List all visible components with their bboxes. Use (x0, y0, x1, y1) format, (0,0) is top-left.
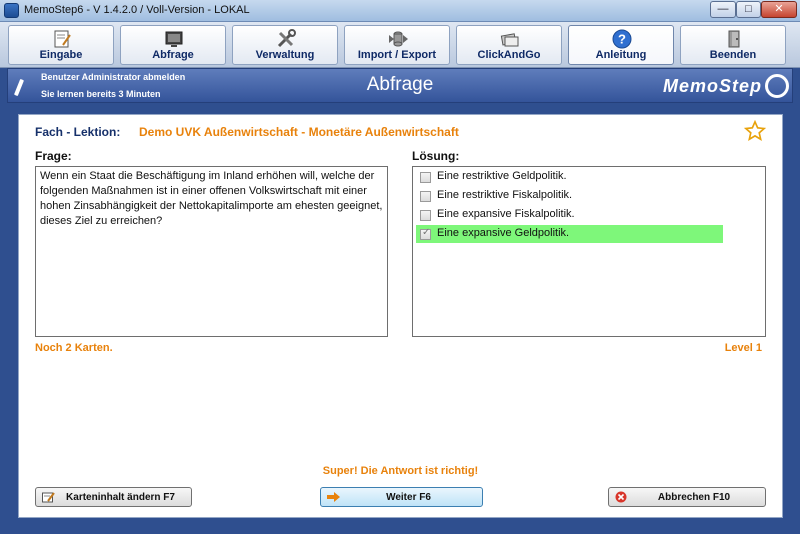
edit-card-label: Karteninhalt ändern F7 (66, 492, 175, 503)
answer-option[interactable]: Eine expansive Fiskalpolitik. (416, 206, 723, 224)
question-box: Wenn ein Staat die Beschäftigung im Inla… (35, 166, 388, 337)
answer-checkbox-checked[interactable] (420, 227, 431, 240)
answer-checkbox[interactable] (420, 191, 431, 202)
toolbar-label: Verwaltung (255, 49, 315, 61)
help-icon: ? (612, 29, 632, 49)
cancel-button[interactable]: Abbrechen F10 (608, 487, 766, 507)
query-screen-icon (165, 31, 183, 47)
edit-card-button[interactable]: Karteninhalt ändern F7 (35, 487, 192, 507)
svg-text:?: ? (618, 32, 626, 47)
fach-label: Fach - Lektion: (35, 125, 121, 139)
window-title: MemoStep6 - V 1.4.2.0 / Voll-Version - L… (24, 4, 250, 16)
toolbar-label: Anleitung (595, 49, 647, 61)
cancel-label: Abbrechen F10 (657, 492, 731, 503)
answer-option-correct[interactable]: Eine expansive Geldpolitik. (416, 225, 723, 243)
fach-value: Demo UVK Außenwirtschaft - Monetäre Auße… (139, 125, 459, 139)
answer-checkbox[interactable] (420, 210, 431, 221)
toolbar-label: Eingabe (39, 49, 83, 61)
app-icon (4, 3, 19, 18)
logo-mark-icon (765, 74, 789, 98)
toolbar-abfrage-button[interactable]: Abfrage (120, 25, 226, 65)
level-indicator: Level 1 (724, 342, 762, 354)
answer-option[interactable]: Eine restriktive Geldpolitik. (416, 168, 723, 186)
toolbar-import-export-button[interactable]: Import / Export (344, 25, 450, 65)
main-panel: Fach - Lektion: Demo UVK Außenwirtschaft… (18, 114, 783, 518)
toolbar-label: Import / Export (357, 49, 437, 61)
next-button[interactable]: Weiter F6 (320, 487, 483, 507)
document-pencil-icon (54, 30, 71, 48)
toolbar-beenden-button[interactable]: Beenden (680, 25, 786, 65)
star-icon[interactable] (744, 120, 766, 142)
title-bar: MemoStep6 - V 1.4.2.0 / Voll-Version - L… (0, 0, 800, 22)
answer-option[interactable]: Eine restriktive Fiskalpolitik. (416, 187, 723, 205)
answer-text: Eine restriktive Fiskalpolitik. (437, 189, 573, 201)
loesung-label: Lösung: (412, 149, 460, 163)
answer-text: Eine expansive Geldpolitik. (437, 227, 570, 239)
answer-list: Eine restriktive Geldpolitik. Eine restr… (412, 166, 766, 337)
question-text: Wenn ein Staat die Beschäftigung im Inla… (40, 170, 383, 227)
header-band: Benutzer Administrator abmelden Sie lern… (7, 68, 793, 103)
toolbar-eingabe-button[interactable]: Eingabe (8, 25, 114, 65)
logo: MemoStep (663, 76, 763, 96)
minimize-button[interactable]: — (710, 1, 736, 18)
answer-checkbox[interactable] (420, 172, 431, 183)
answer-text: Eine restriktive Geldpolitik. (437, 170, 567, 182)
toolbar-label: Abfrage (152, 49, 194, 61)
next-label: Weiter F6 (386, 492, 431, 503)
toolbar-label: ClickAndGo (477, 49, 541, 61)
database-arrows-icon (389, 31, 408, 47)
cards-remaining: Noch 2 Karten. (35, 342, 113, 354)
maximize-button[interactable]: □ (736, 1, 761, 18)
toolbar-label: Beenden (709, 49, 757, 61)
cards-pointer-icon (500, 33, 519, 47)
tools-icon (277, 29, 296, 48)
result-message: Super! Die Antwort ist richtig! (322, 465, 479, 477)
answer-text: Eine expansive Fiskalpolitik. (437, 208, 575, 220)
close-button[interactable]: ✕ (761, 1, 797, 18)
frage-label: Frage: (35, 149, 72, 163)
toolbar: Eingabe Abfrage Verwaltung Import / Expo… (0, 22, 800, 68)
toolbar-anleitung-button[interactable]: ? Anleitung (568, 25, 674, 65)
toolbar-clickandgo-button[interactable]: ClickAndGo (456, 25, 562, 65)
toolbar-verwaltung-button[interactable]: Verwaltung (232, 25, 338, 65)
exit-door-icon (728, 30, 740, 48)
